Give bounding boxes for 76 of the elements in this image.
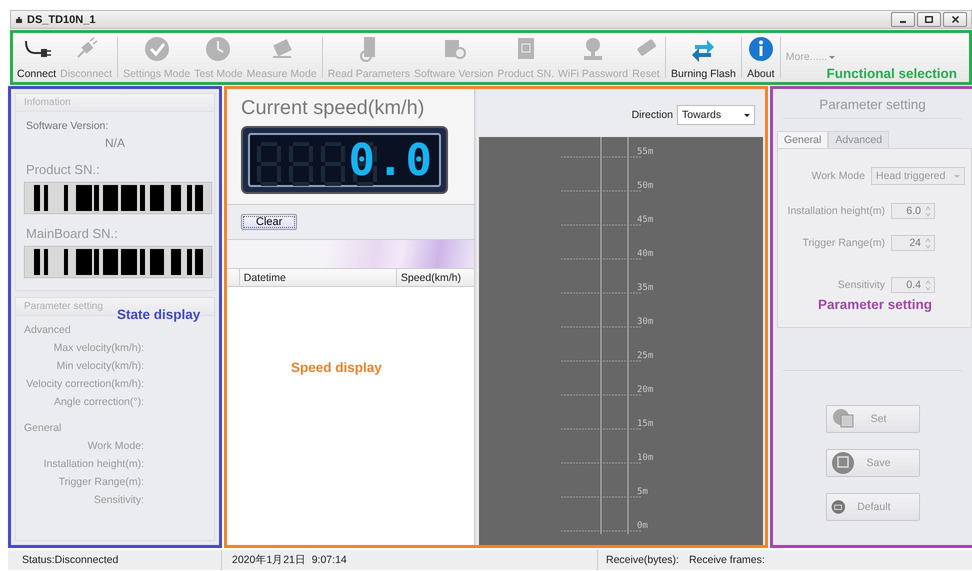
app-icon [15,16,23,24]
work-mode-dropdown[interactable]: Head triggered [871,167,965,185]
toolbar-button[interactable]: About [744,33,777,82]
tab[interactable]: General [777,131,828,148]
distance-label: 0m [637,521,648,531]
field-label: Angle correction(°): [54,396,144,408]
spinner-field[interactable]: 6.0 [891,203,935,219]
window-title: DS_TD10N_1 [27,14,96,26]
splitter-handle[interactable] [475,89,477,545]
checkmark-icon [142,35,171,63]
annotation-label: State display [117,307,200,322]
distance-label: 10m [637,453,654,463]
distance-label: 15m [637,419,654,429]
field-label: Max velocity(km/h): [54,342,144,354]
field-label: Installation height(m) [788,205,885,217]
more-menu[interactable]: More...... [786,51,836,63]
receive-frames-label: Receive frames: [688,554,765,566]
toolbar-button[interactable]: Burning Flash [669,33,738,82]
direction-dropdown[interactable]: Towards [677,105,755,125]
distance-label: 20m [637,385,654,395]
spinner-field[interactable]: 0.4 [891,277,935,293]
tab[interactable]: Advanced [828,131,890,148]
maximize-icon [925,16,933,23]
minimize-button[interactable] [891,12,915,27]
section-label: Advanced [24,324,72,336]
spinner-arrows-icon [925,238,931,248]
field-label: MainBoard SN.: [26,226,119,241]
field-label: Work Mode: [88,440,144,452]
field-label: Work Mode [812,170,865,182]
info-icon [746,35,775,63]
field-label: Trigger Range(m) [802,237,885,249]
distance-label: 35m [637,283,654,293]
close-icon [952,16,958,23]
minimize-icon [900,21,906,23]
disk-icon [830,451,854,475]
maximize-button[interactable] [917,12,941,27]
distance-label: 45m [637,215,654,225]
receive-bytes-label: Receive(bytes): [606,554,679,566]
field-label: Trigger Range(m): [58,476,144,488]
distance-label: 30m [637,317,654,327]
field-label: Min velocity(km/h): [56,360,144,372]
annotation-label: Parameter setting [818,297,932,312]
caret-icon [744,114,750,116]
field-label: Sensitivity: [94,494,144,506]
annotation-label: Speed display [291,360,382,375]
close-button[interactable] [943,12,967,27]
distance-label: 50m [637,181,654,191]
panel-title: Parameter setting [818,97,927,112]
distance-label: 55m [637,147,654,157]
spinner-arrows-icon [925,280,931,290]
column-header[interactable]: Speed(km/h) [396,269,474,286]
toolbar-button[interactable]: Connect [15,33,58,82]
direction-label: Direction [632,109,673,121]
status-text: Status:Disconnected [21,554,118,566]
group-title: Infomation [16,94,214,112]
distance-label: 5m [637,487,648,497]
caret-icon [829,56,836,59]
spinner-field[interactable]: 24 [891,235,935,251]
caret-icon [954,174,960,178]
field-value: N/A [104,136,126,150]
clock-icon [204,35,232,63]
field-label: Product SN.: [26,162,101,177]
speed-heading: Current speed(km/h) [240,96,426,120]
field-label: Software Version: [26,120,110,132]
datetime-text: 2020年1月21日 9:07:14 [232,553,347,567]
field-label: Installation height(m): [44,458,144,470]
field-label: Sensitivity [838,279,885,291]
distance-label: 25m [637,351,654,361]
field-label: Velocity correction(km/h): [26,378,144,390]
distance-label: 40m [637,249,654,259]
clear-button[interactable]: Clear [241,214,298,230]
section-label: General [24,422,62,434]
speed-value: 0.0 [348,134,434,186]
column-header[interactable]: Datetime [238,269,396,286]
annotation-label: Functional selection [826,66,957,81]
spinner-arrows-icon [925,206,931,216]
